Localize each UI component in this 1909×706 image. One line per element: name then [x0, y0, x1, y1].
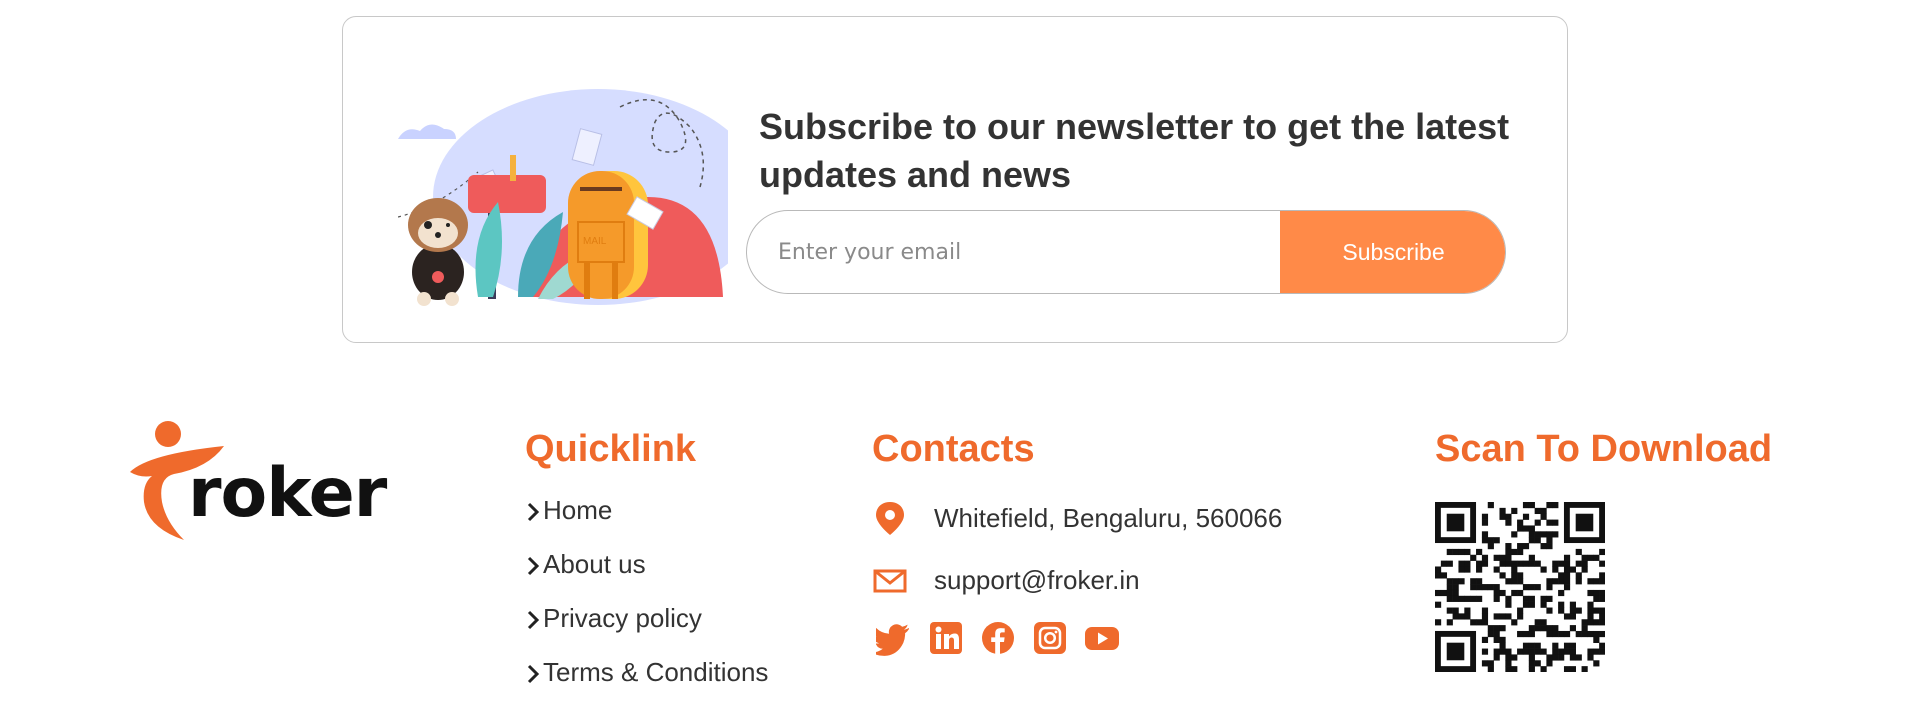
address-text: Whitefield, Bengaluru, 560066: [934, 502, 1283, 533]
logo-wordmark: roker: [188, 454, 387, 533]
instagram-icon[interactable]: [1032, 620, 1068, 656]
chevron-right-icon: [527, 556, 540, 576]
quicklink-list: Home About us Privacy policy Terms & Con…: [525, 495, 768, 706]
contacts-heading: Contacts: [872, 428, 1035, 470]
quicklink-label: Privacy policy: [543, 603, 702, 633]
mailbox-label: MAIL: [583, 236, 607, 247]
contact-address: Whitefield, Bengaluru, 560066: [872, 498, 1282, 538]
newsletter-headline: Subscribe to our newsletter to get the l…: [759, 106, 1510, 195]
subscribe-button[interactable]: Subscribe: [1280, 211, 1505, 293]
email-input[interactable]: [747, 211, 1279, 293]
quicklink-heading: Quicklink: [525, 428, 697, 470]
froker-logo[interactable]: roker: [128, 418, 388, 543]
qr-code: [1435, 502, 1605, 672]
quicklink-terms[interactable]: Terms & Conditions: [525, 657, 768, 706]
quicklink-privacy-policy[interactable]: Privacy policy: [525, 603, 768, 657]
email-link[interactable]: support@froker.in: [934, 565, 1140, 596]
chevron-right-icon: [527, 610, 540, 630]
quicklink-label: Terms & Conditions: [543, 657, 769, 687]
contact-email[interactable]: support@froker.in: [872, 560, 1140, 600]
newsletter-card: MAIL Subscribe to our newsletter to get …: [342, 16, 1568, 343]
quicklink-label: About us: [543, 549, 646, 579]
quicklink-about-us[interactable]: About us: [525, 549, 768, 603]
newsletter-illustration: MAIL: [398, 89, 728, 306]
quicklink-home[interactable]: Home: [525, 495, 768, 549]
chevron-right-icon: [527, 664, 540, 684]
location-pin-icon: [876, 502, 904, 535]
subscribe-form: Subscribe: [746, 210, 1506, 294]
facebook-icon[interactable]: [980, 620, 1016, 656]
mail-icon: [873, 569, 907, 593]
chevron-right-icon: [527, 502, 540, 522]
twitter-icon[interactable]: [876, 620, 912, 656]
youtube-icon[interactable]: [1084, 620, 1120, 656]
scan-to-download-heading: Scan To Download: [1435, 428, 1773, 470]
linkedin-icon[interactable]: [928, 620, 964, 656]
quicklink-label: Home: [543, 495, 613, 525]
social-links: [876, 620, 1120, 656]
